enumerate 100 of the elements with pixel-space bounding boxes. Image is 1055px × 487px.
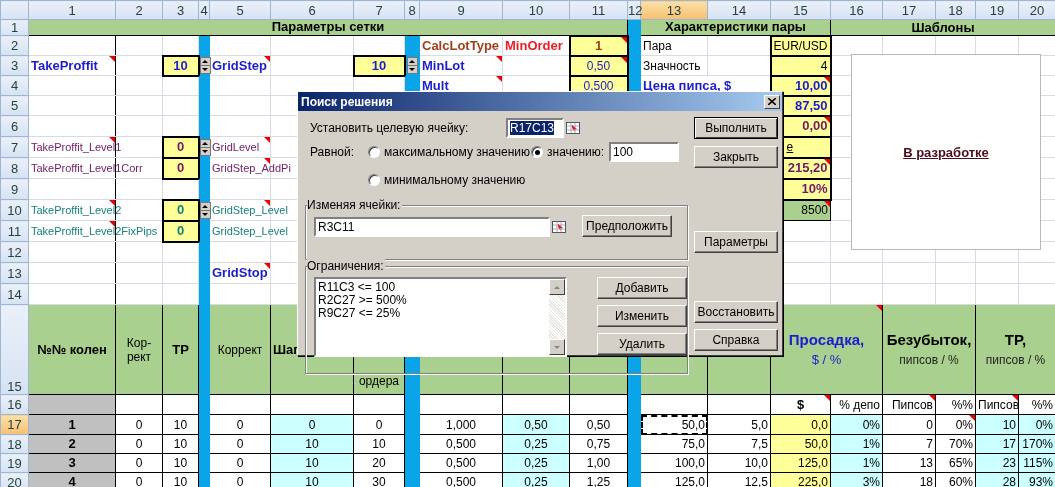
cell-text: 30 [372, 475, 386, 487]
dialog-button[interactable]: Восстановить [694, 301, 778, 323]
column-header[interactable]: 9 [419, 0, 503, 20]
scrollbar[interactable] [549, 279, 565, 355]
cell-text: GridStep_Level [212, 225, 288, 237]
cell-text: Пипсов [978, 397, 1019, 412]
cell-text: 7 [926, 437, 933, 451]
row-header[interactable]: 10 [0, 199, 29, 221]
list-item[interactable]: R2C27 >= 500% [318, 294, 549, 307]
cell-text: 0 [135, 437, 143, 451]
close-button[interactable] [764, 94, 780, 109]
cell-text: 10,00 [794, 77, 828, 93]
column-header[interactable]: 7 [353, 0, 405, 20]
group-label: Изменяя ячейки: [307, 198, 403, 212]
cell-text: 1 [594, 37, 603, 53]
spin-button[interactable] [199, 201, 211, 219]
cell-text: 60% [948, 475, 973, 487]
column-header[interactable]: 3 [162, 0, 199, 20]
cell-text: 0% [1035, 417, 1053, 432]
cell-text: 18 [919, 475, 933, 487]
column-header[interactable]: 16 [830, 0, 883, 20]
cell-text: 0% [955, 417, 973, 432]
row-header[interactable]: 7 [0, 136, 29, 158]
list-item[interactable]: R9C27 <= 25% [318, 307, 549, 320]
radio-label[interactable]: минимальному значению [384, 173, 526, 187]
row-header[interactable]: 8 [0, 157, 29, 179]
cell-text: 0% [862, 417, 880, 432]
spin-button[interactable] [199, 57, 211, 74]
column-header[interactable]: 18 [935, 0, 976, 20]
dialog-button[interactable]: Закрыть [694, 146, 778, 168]
row-header[interactable]: 11 [0, 220, 29, 242]
row-header[interactable]: 17 [0, 414, 29, 435]
dialog-button[interactable]: Выполнить [694, 117, 778, 139]
spin-button[interactable] [406, 57, 418, 74]
row-header[interactable]: 2 [0, 35, 29, 56]
dialog-button[interactable]: Справка [694, 329, 778, 351]
dialog-button[interactable]: Добавить [597, 277, 687, 299]
row-header[interactable]: 15 [0, 304, 29, 395]
column-header[interactable]: 19 [975, 0, 1019, 20]
cell-text: GridStop [212, 265, 268, 280]
radio-button[interactable] [368, 146, 380, 158]
cell-text: Пара [643, 38, 672, 53]
column-header[interactable]: 15 [770, 0, 831, 20]
cell-text: 4 [68, 474, 76, 487]
cell-text: 13 [919, 456, 933, 470]
dialog-button[interactable]: Изменить [597, 305, 687, 327]
column-header[interactable]: 14 [707, 0, 771, 20]
spin-button[interactable] [199, 138, 211, 156]
scroll-up-button[interactable] [549, 279, 565, 295]
cell-text: пипсов / % [985, 352, 1046, 367]
row-header[interactable]: 14 [0, 283, 29, 305]
cell-text: 0,25 [524, 437, 548, 451]
guess-button[interactable]: Предположить [582, 215, 672, 237]
row-header[interactable]: 12 [0, 241, 29, 263]
row-header[interactable]: 9 [0, 178, 29, 200]
column-header[interactable]: 4 [198, 0, 210, 20]
cell-text: CalcLotType [422, 37, 500, 53]
cell-text: 0 [135, 475, 143, 487]
cell-text: 0 [926, 417, 933, 432]
cell-text: 125,0 [797, 456, 828, 470]
scroll-down-button[interactable] [549, 339, 565, 355]
field-value: R3C11 [318, 220, 355, 234]
row-header[interactable]: 13 [0, 262, 29, 284]
cell-text: 10 [1002, 417, 1016, 432]
cell-text: 100,0 [674, 456, 705, 470]
column-header[interactable]: 2 [115, 0, 163, 20]
row-header[interactable]: 4 [0, 75, 29, 96]
cell-text: Шаг [273, 341, 299, 357]
cell-text: 0 [135, 417, 143, 432]
radio-label[interactable]: значению: [547, 145, 605, 159]
radio-button[interactable] [368, 174, 380, 186]
dialog-button[interactable]: Параметры [694, 231, 778, 253]
row-header[interactable]: 16 [0, 394, 29, 415]
cell-text: GridStep_Level [212, 204, 288, 216]
radio-button[interactable] [531, 146, 543, 158]
cell-text: 1% [862, 437, 880, 451]
column-header[interactable]: 1 [28, 0, 116, 20]
cell-text: 12,5 [744, 475, 768, 487]
input-field[interactable]: R3C11 [314, 217, 550, 237]
row-header[interactable]: 5 [0, 95, 29, 116]
list-item[interactable]: R11C3 <= 100 [318, 281, 549, 294]
column-header[interactable]: 20 [1018, 0, 1055, 20]
dialog-button[interactable]: Удалить [597, 333, 687, 355]
cell-text: 7,5 [751, 437, 768, 451]
column-header[interactable]: 10 [502, 0, 570, 20]
cell-text: 0 [236, 475, 244, 487]
column-header[interactable]: 17 [882, 0, 936, 20]
input-field[interactable]: R17C13 [506, 118, 564, 138]
column-header[interactable]: 11 [569, 0, 628, 20]
close-icon [768, 98, 776, 105]
column-header[interactable]: 6 [270, 0, 354, 20]
row-header[interactable]: 3 [0, 55, 29, 76]
column-header[interactable]: 5 [209, 0, 271, 20]
row-header[interactable]: 6 [0, 115, 29, 137]
panel-link[interactable]: В разработке [903, 144, 989, 160]
input-field[interactable]: 100 [609, 142, 679, 162]
group-label: Ограничения: [307, 259, 386, 273]
cell-text: 1,000 [446, 417, 476, 432]
window-title: Поиск решения [301, 94, 393, 109]
radio-label[interactable]: максимальному значению [384, 145, 530, 159]
